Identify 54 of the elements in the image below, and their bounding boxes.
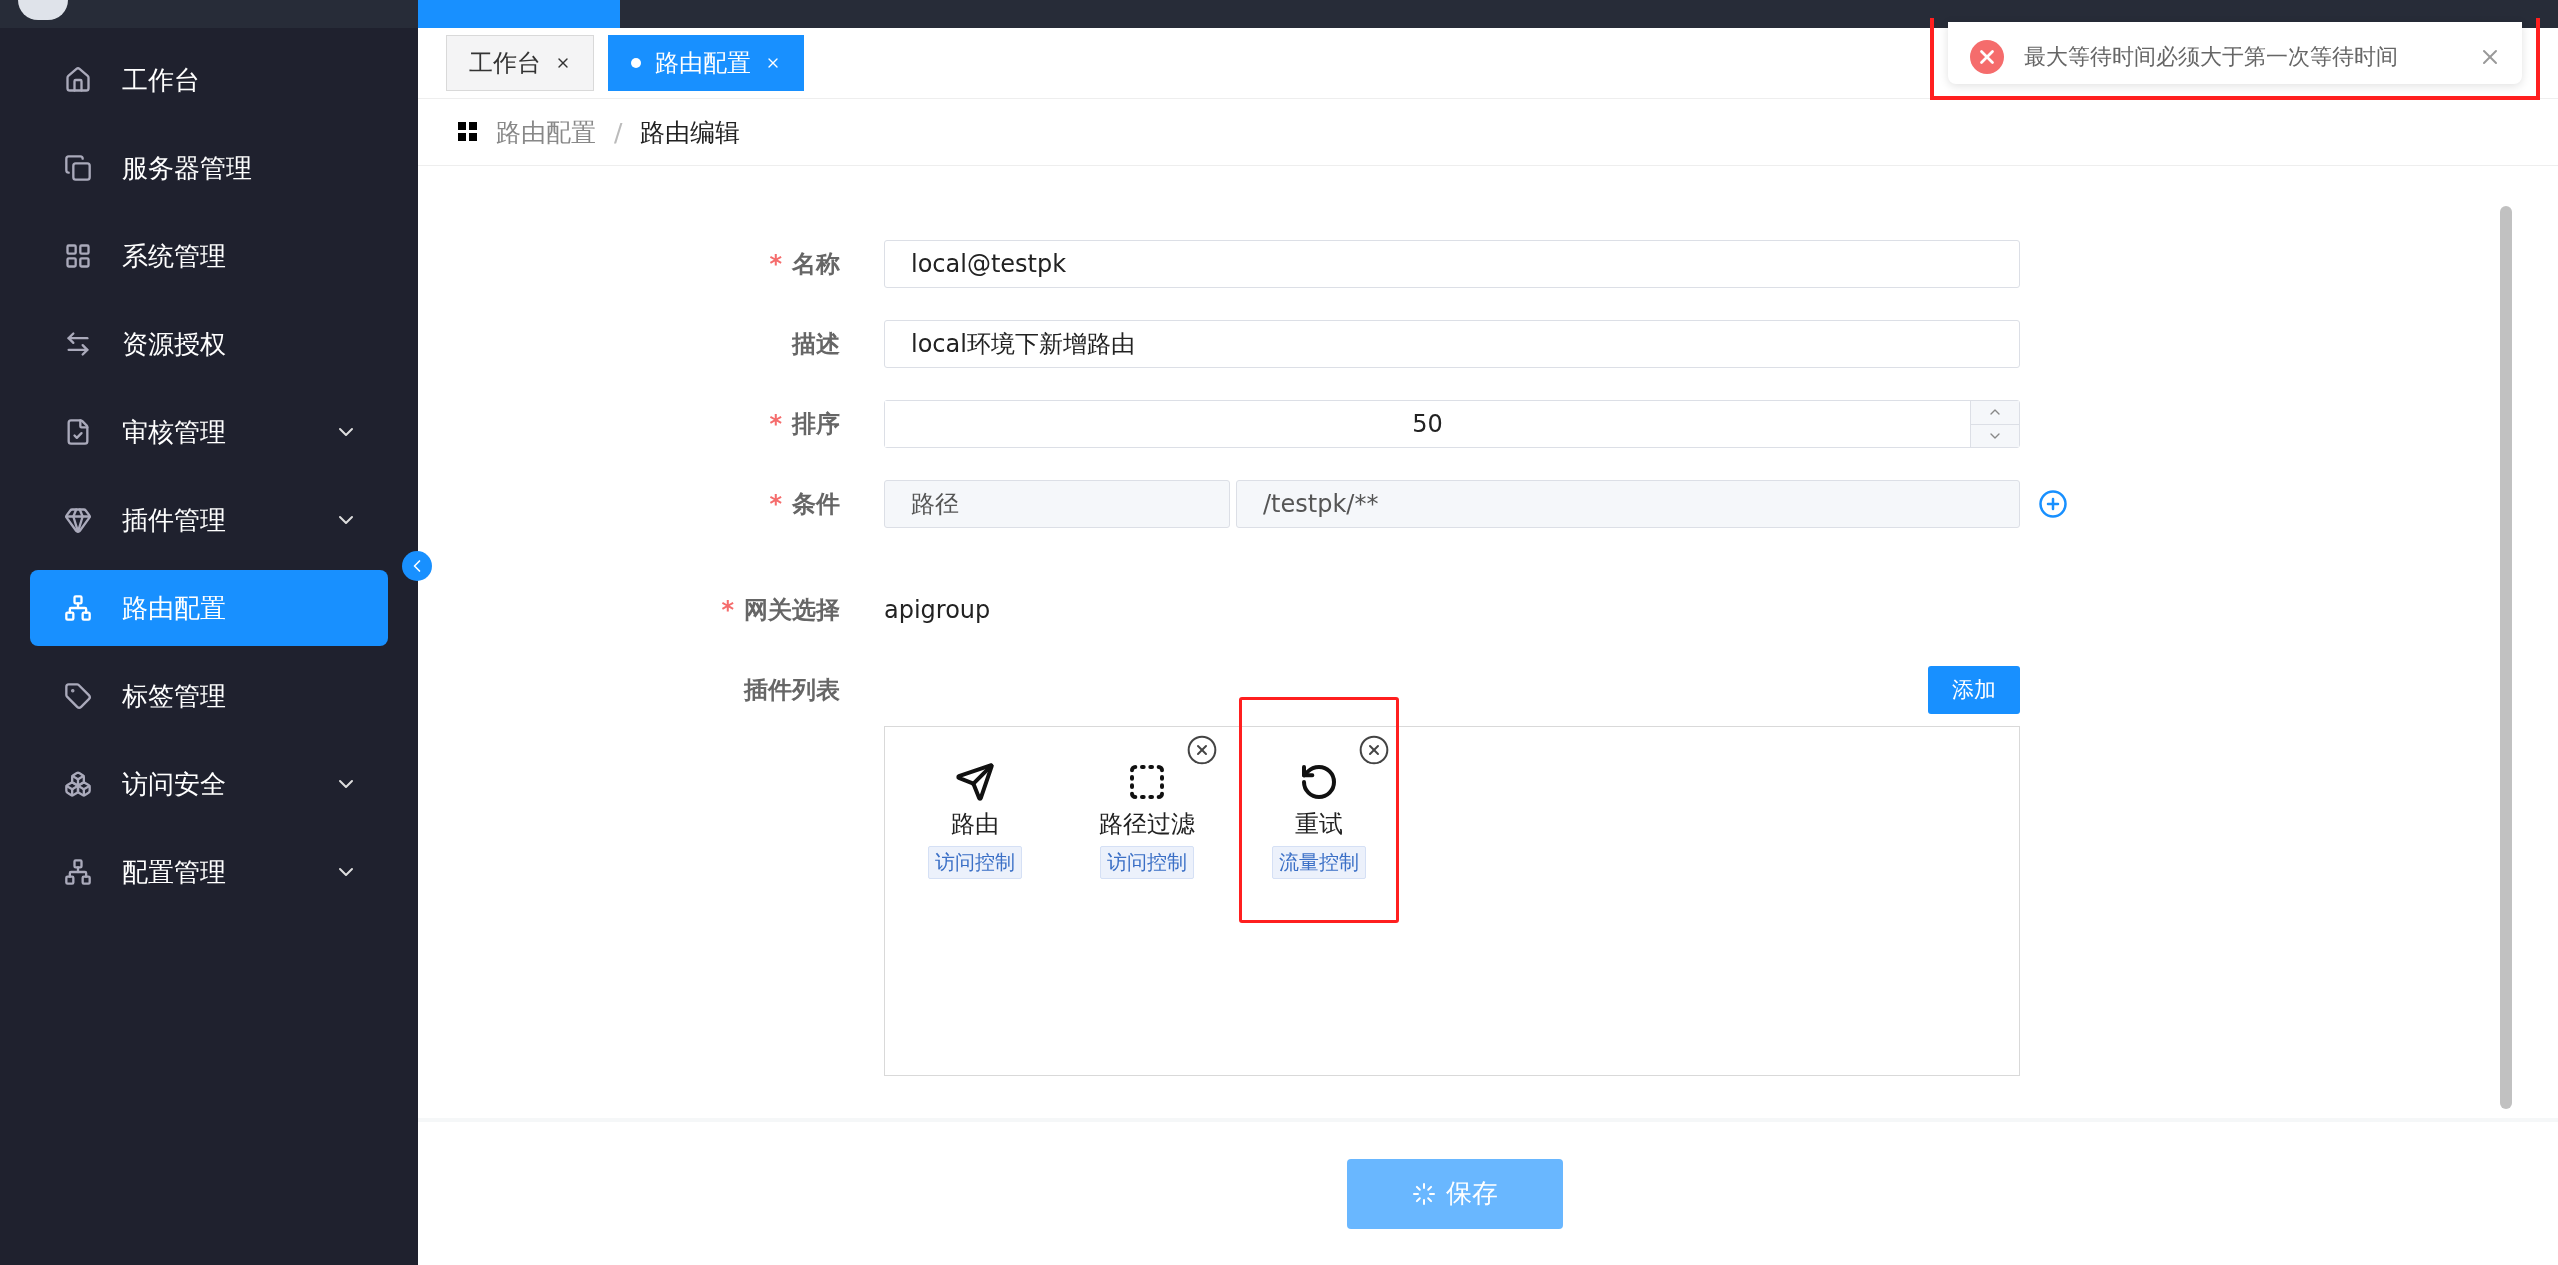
plugin-card[interactable]: 路径过滤 访问控制 bbox=[1067, 727, 1227, 890]
plugin-card[interactable]: 路由 访问控制 bbox=[895, 727, 1055, 890]
menu-icon bbox=[64, 242, 92, 270]
menu-icon bbox=[64, 506, 92, 534]
sidebar-item[interactable]: 标签管理 bbox=[30, 658, 388, 734]
plugin-name: 路由 bbox=[951, 809, 999, 840]
sidebar-item[interactable]: 审核管理 bbox=[30, 394, 388, 470]
plugin-tag: 流量控制 bbox=[1272, 846, 1366, 879]
gateway-value: apigroup bbox=[884, 595, 992, 626]
sidebar-item[interactable]: 工作台 bbox=[30, 42, 388, 118]
text-input[interactable]: local环境下新增路由 bbox=[884, 320, 2020, 368]
sidebar-item[interactable]: 资源授权 bbox=[30, 306, 388, 382]
grid-icon bbox=[458, 122, 478, 142]
plugin-icon bbox=[955, 762, 995, 802]
remove-icon[interactable] bbox=[1186, 734, 1218, 766]
plugin-name: 重试 bbox=[1295, 809, 1343, 840]
menu-icon bbox=[64, 66, 92, 94]
menu-icon bbox=[64, 154, 92, 182]
sidebar-item[interactable]: 服务器管理 bbox=[30, 130, 388, 206]
field-label: 描述 bbox=[790, 329, 840, 360]
menu-icon bbox=[64, 682, 92, 710]
sidebar-item[interactable]: 插件管理 bbox=[30, 482, 388, 558]
spinner-icon bbox=[1412, 1181, 1436, 1206]
plugin-name: 路径过滤 bbox=[1099, 809, 1195, 840]
sidebar-item[interactable]: 访问安全 bbox=[30, 746, 388, 822]
sidebar-item[interactable]: 系统管理 bbox=[30, 218, 388, 294]
collapse-button[interactable] bbox=[402, 551, 432, 581]
menu-icon bbox=[64, 594, 92, 622]
field-label: * 名称 bbox=[768, 249, 840, 280]
remove-icon[interactable] bbox=[1358, 734, 1390, 766]
breadcrumb-item: 路由编辑 bbox=[640, 116, 741, 149]
highlight-frame[interactable]: 重试 流量控制 bbox=[1239, 697, 1399, 923]
field-label: * 排序 bbox=[768, 409, 840, 440]
condition-type-field[interactable]: 路径 bbox=[884, 480, 1230, 528]
sidebar-item[interactable]: 配置管理 bbox=[30, 834, 388, 910]
menu-icon bbox=[64, 770, 92, 798]
tab[interactable]: 工作台 bbox=[446, 35, 594, 91]
condition-value-field[interactable]: /testpk/** bbox=[1236, 480, 2020, 528]
field-label: 插件列表 bbox=[742, 675, 840, 706]
text-input[interactable]: local@testpk bbox=[884, 240, 2020, 288]
logo-icon bbox=[18, 0, 68, 20]
field-label: * 网关选择 bbox=[720, 595, 840, 626]
plugin-tag: 访问控制 bbox=[1100, 846, 1194, 879]
plugin-tag: 访问控制 bbox=[928, 846, 1022, 879]
tab-dot bbox=[631, 58, 641, 68]
menu-icon bbox=[64, 858, 92, 886]
plugin-icon bbox=[1299, 762, 1339, 802]
breadcrumb-separator: / bbox=[614, 117, 623, 147]
scrollbar[interactable] bbox=[2500, 206, 2512, 1109]
toast-message: 最大等待时间必须大于第一次等待时间 bbox=[2024, 43, 2399, 71]
plugin-icon bbox=[1127, 762, 1167, 802]
add-condition-icon[interactable] bbox=[2038, 489, 2068, 519]
breadcrumb-item[interactable]: 路由配置 bbox=[496, 115, 596, 149]
field-label: * 条件 bbox=[768, 489, 840, 520]
